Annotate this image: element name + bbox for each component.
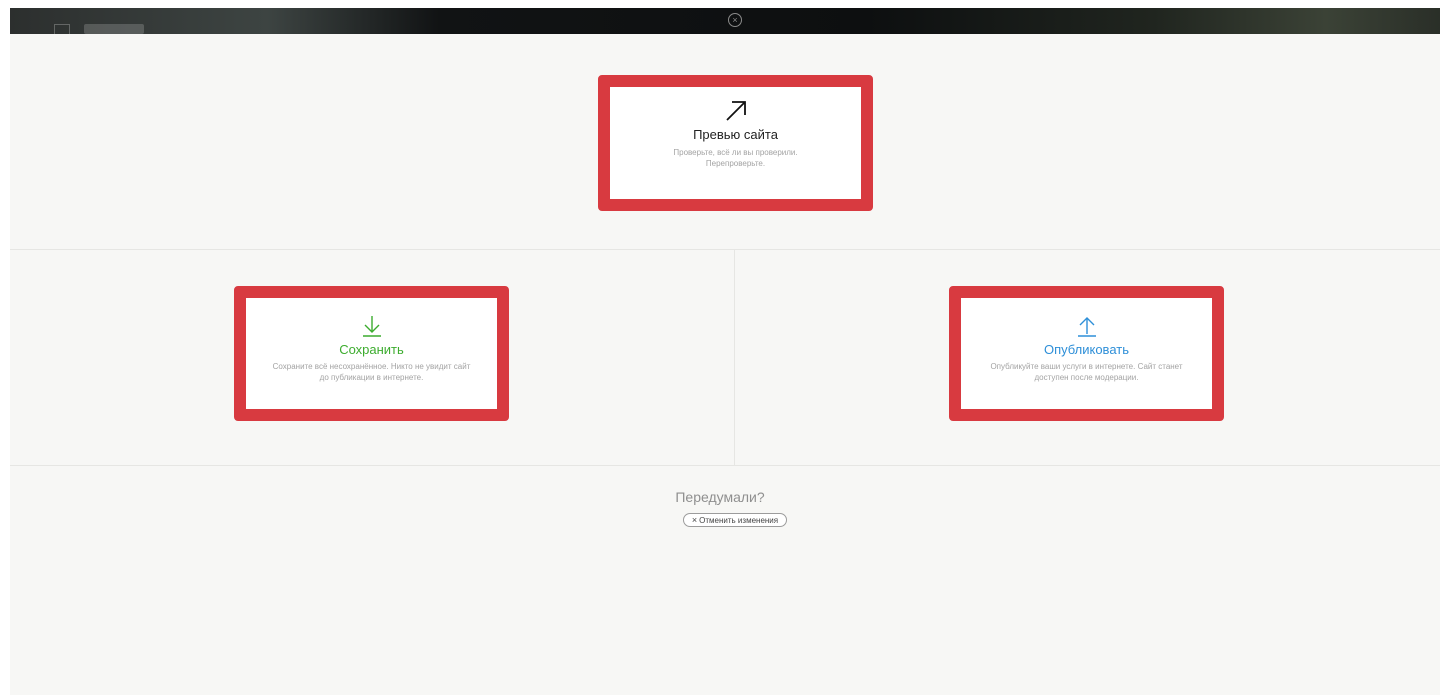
arrow-down-icon	[362, 316, 381, 337]
cancel-changes-label: Отменить изменения	[699, 516, 779, 525]
publish-title: Опубликовать	[1043, 342, 1129, 357]
arrow-up-right-icon	[725, 101, 746, 121]
divider-top	[10, 249, 1440, 250]
divider-bottom	[10, 465, 1440, 466]
close-button[interactable]: ×	[728, 13, 742, 27]
close-icon: ×	[732, 15, 738, 25]
divider-vertical	[734, 250, 735, 465]
rethink-question: Передумали?	[675, 489, 765, 505]
x-icon: ×	[691, 515, 698, 525]
publish-description: Опубликуйте ваши услуги в интернете. Сай…	[990, 362, 1183, 382]
background-header-strip	[10, 8, 1440, 35]
save-title: Сохранить	[339, 342, 404, 357]
cancel-changes-button[interactable]: × Отменить изменения	[683, 513, 787, 527]
save-description: Сохраните всё несохранённое. Никто не ув…	[272, 362, 471, 382]
preview-site-description: Проверьте, всё ли вы проверили. Перепров…	[673, 148, 798, 168]
save-card[interactable]: Сохранить Сохраните всё несохранённое. Н…	[234, 286, 509, 421]
preview-site-title: Превью сайта	[693, 127, 778, 142]
preview-site-card[interactable]: Превью сайта Проверьте, всё ли вы провер…	[598, 75, 873, 211]
blurred-header-text	[84, 24, 144, 34]
arrow-up-icon	[1077, 317, 1096, 337]
publish-card[interactable]: Опубликовать Опубликуйте ваши услуги в и…	[949, 286, 1224, 421]
